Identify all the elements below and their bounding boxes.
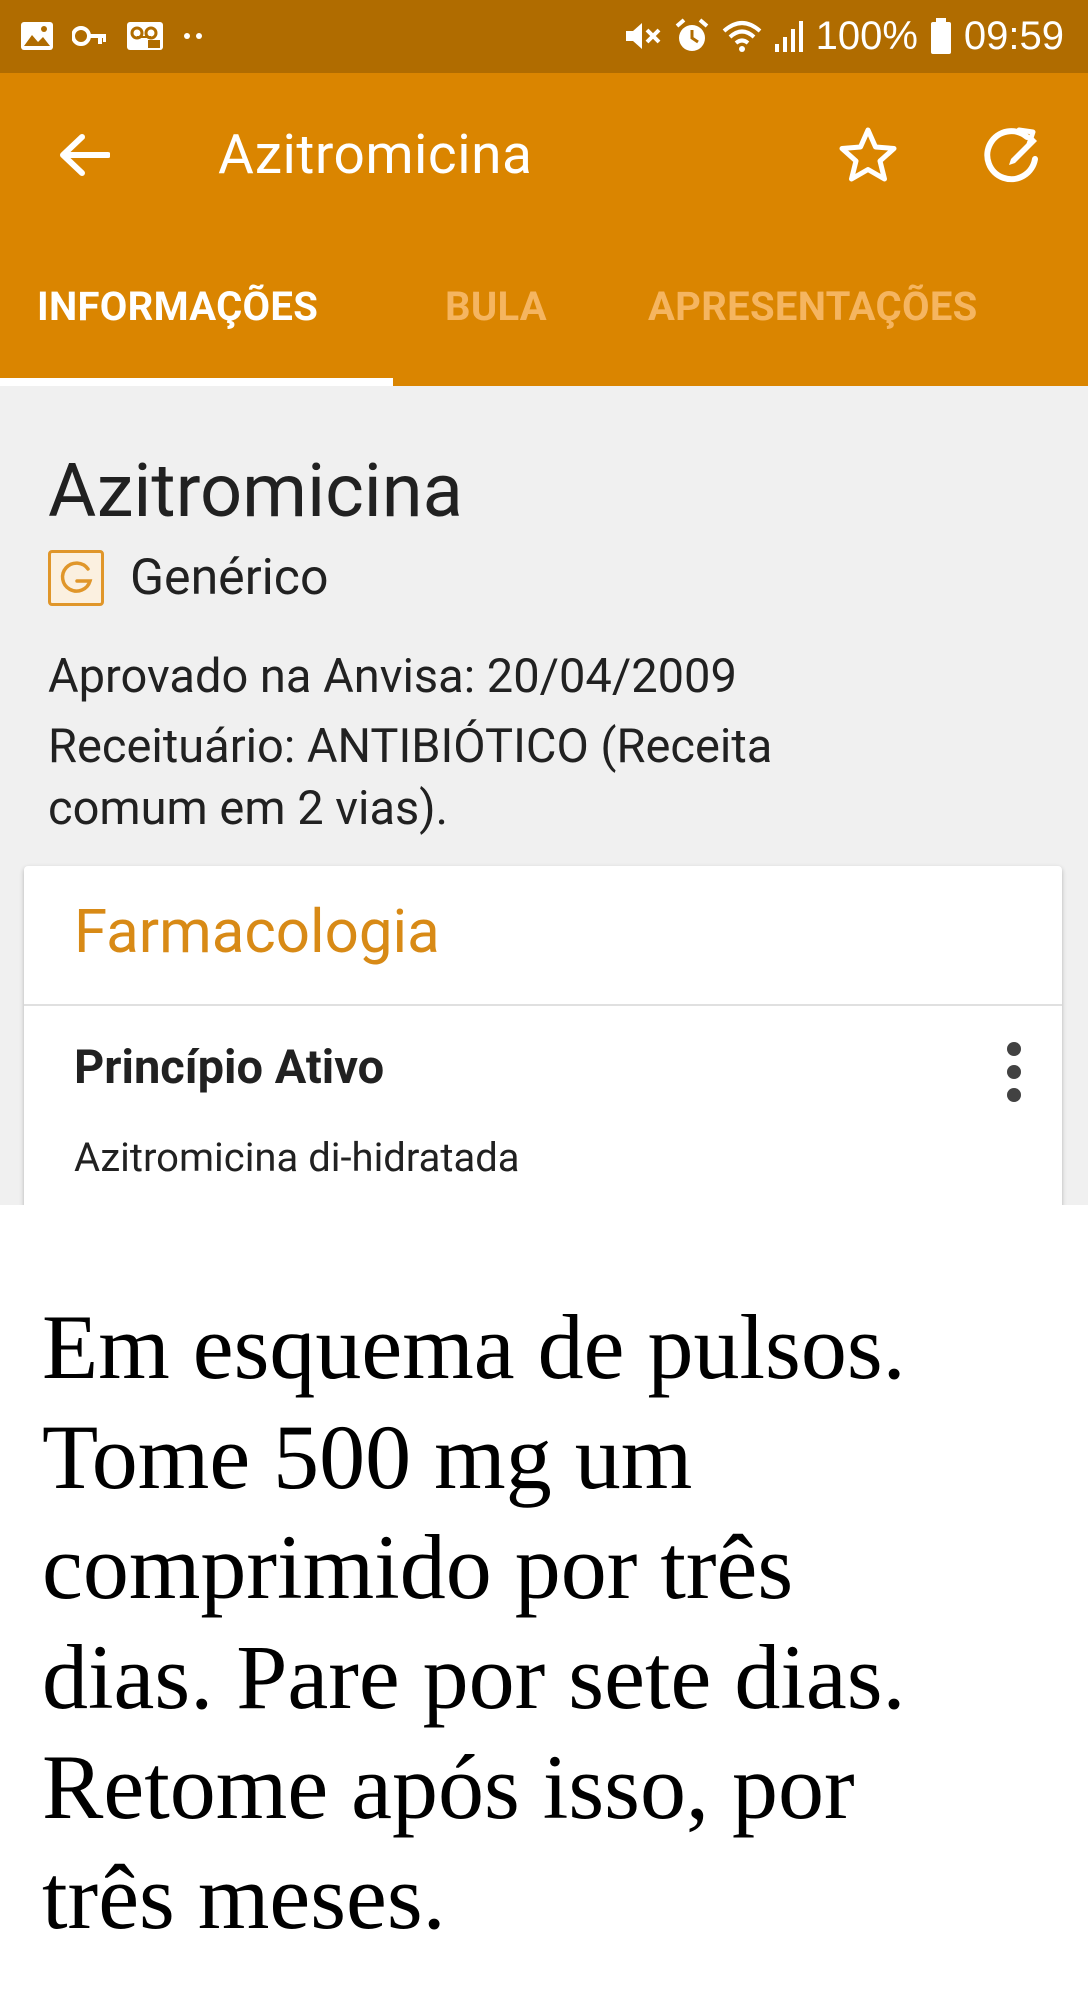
battery-percent: 100% bbox=[815, 13, 918, 58]
status-bar: 100% 09:59 bbox=[0, 0, 1088, 73]
app-screen: 100% 09:59 Azitromicina INFORMAÇÕES BULA… bbox=[0, 0, 1088, 1205]
caption-text: Em esquema de pulsos. Tome 500 mg um com… bbox=[42, 1292, 1062, 1952]
caption-line: Em esquema de pulsos. bbox=[42, 1296, 906, 1398]
caption-line: Retome após isso, por bbox=[42, 1736, 855, 1838]
more-notifications-icon bbox=[182, 31, 206, 41]
star-icon bbox=[838, 126, 898, 188]
generic-row: Genérico bbox=[48, 548, 329, 608]
active-ingredient-label: Princípio Ativo bbox=[74, 1040, 385, 1095]
favorite-button[interactable] bbox=[836, 125, 900, 189]
status-notifications bbox=[20, 16, 206, 56]
update-button[interactable] bbox=[978, 125, 1048, 189]
app-bar: Azitromicina INFORMAÇÕES BULA APRESENTAÇ… bbox=[0, 73, 1088, 386]
card-divider bbox=[24, 1004, 1062, 1006]
back-arrow-icon bbox=[58, 133, 111, 181]
more-options-button[interactable] bbox=[984, 1034, 1044, 1114]
tab-apresentacoes[interactable]: APRESENTAÇÕES bbox=[648, 283, 978, 330]
key-icon bbox=[72, 25, 108, 47]
active-tab-indicator bbox=[0, 378, 393, 386]
prescription-type-line2: comum em 2 vias). bbox=[48, 781, 449, 836]
status-system: 100% 09:59 bbox=[624, 14, 1064, 58]
caption-line: comprimido por três bbox=[42, 1516, 794, 1618]
appbar-title: Azitromicina bbox=[218, 123, 533, 187]
pharmacology-card: Farmacologia Princípio Ativo Azitromicin… bbox=[24, 866, 1062, 1205]
caption-line: Tome 500 mg um bbox=[42, 1406, 693, 1508]
active-ingredient-value: Azitromicina di-hidratada bbox=[74, 1134, 520, 1181]
prescription-type-line1: Receituário: ANTIBIÓTICO (Receita bbox=[48, 719, 773, 774]
update-icon bbox=[981, 125, 1045, 189]
wifi-icon bbox=[722, 19, 762, 53]
mute-icon bbox=[624, 19, 662, 53]
voicemail-icon bbox=[126, 21, 164, 51]
approval-date: Aprovado na Anvisa: 20/04/2009 bbox=[48, 649, 737, 704]
card-header: Farmacologia bbox=[74, 896, 440, 967]
back-button[interactable] bbox=[52, 125, 116, 189]
caption-line: dias. Pare por sete dias. bbox=[42, 1626, 906, 1728]
clock: 09:59 bbox=[963, 13, 1064, 58]
battery-icon bbox=[930, 18, 952, 54]
drug-name: Azitromicina bbox=[48, 448, 463, 535]
more-vert-icon bbox=[1006, 1041, 1022, 1107]
caption-line: três meses. bbox=[42, 1846, 446, 1948]
alarm-icon bbox=[674, 18, 710, 54]
generic-badge-icon bbox=[48, 550, 104, 606]
tab-bula[interactable]: BULA bbox=[445, 283, 547, 330]
signal-icon bbox=[774, 20, 804, 52]
tab-informacoes[interactable]: INFORMAÇÕES bbox=[37, 283, 318, 330]
gallery-icon bbox=[20, 21, 54, 51]
generic-label: Genérico bbox=[130, 549, 329, 607]
